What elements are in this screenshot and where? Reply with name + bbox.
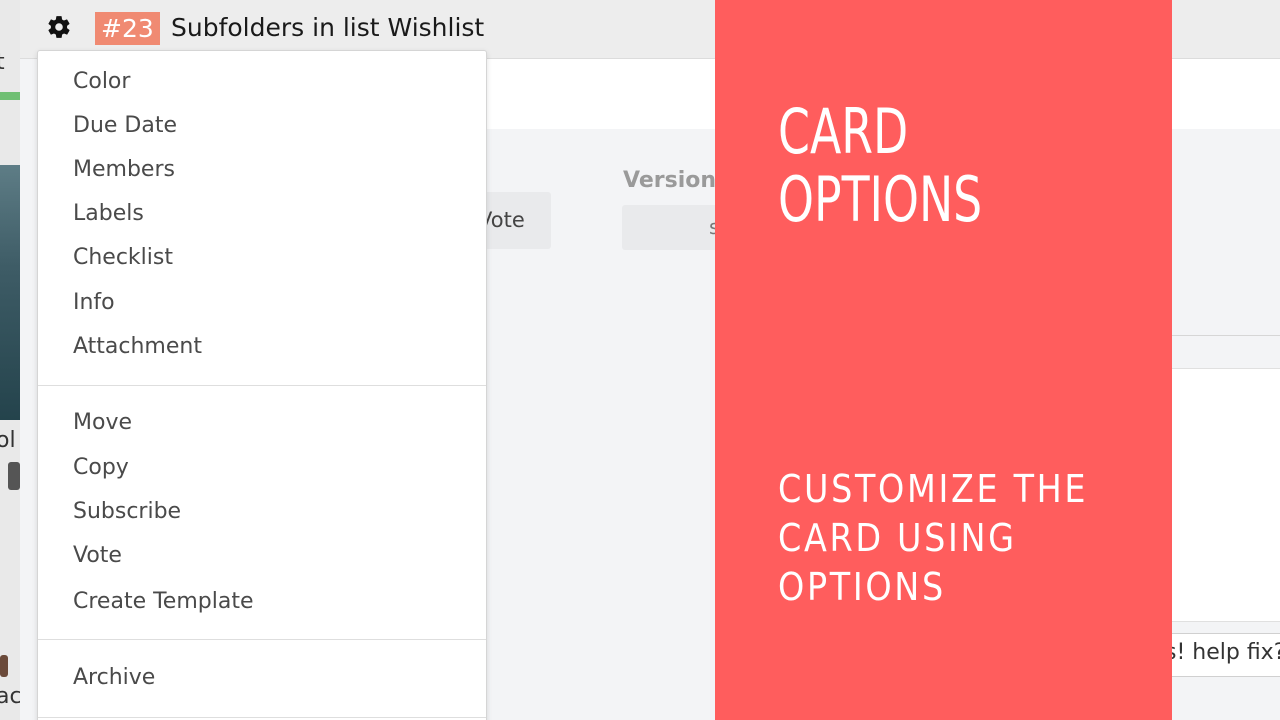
overlay-title: CARD OPTIONS: [778, 98, 982, 234]
menu-item-subscribe[interactable]: Subscribe: [73, 497, 181, 527]
card-options-menu: Color Due Date Members Labels Checklist …: [37, 50, 487, 720]
menu-item-move[interactable]: Move: [73, 408, 132, 438]
menu-item-members[interactable]: Members: [73, 155, 175, 185]
description-area[interactable]: [1172, 368, 1280, 622]
menu-item-info[interactable]: Info: [73, 288, 115, 318]
menu-divider: [38, 717, 486, 718]
board-badge: [0, 655, 8, 677]
card-title[interactable]: Subfolders in list Wishlist: [171, 11, 484, 45]
board-text-fragment: ol: [0, 428, 16, 453]
menu-item-color[interactable]: Color: [73, 67, 130, 97]
board-text-fragment: t: [0, 50, 5, 75]
overlay-subtitle-line: CUSTOMIZE THE: [778, 467, 1089, 511]
card-cover-image: [0, 165, 20, 420]
menu-divider: [38, 639, 486, 640]
board-badge: [8, 462, 20, 490]
version-field[interactable]: s: [622, 205, 722, 250]
version-label: Version: [623, 168, 717, 193]
menu-item-attachment[interactable]: Attachment: [73, 332, 202, 362]
overlay-subtitle-line: OPTIONS: [778, 565, 946, 609]
board-background: t ol ac: [0, 0, 20, 720]
menu-item-checklist[interactable]: Checklist: [73, 243, 173, 273]
gear-icon[interactable]: [46, 14, 72, 40]
screen: t ol ac #23 Subfolders in list Wishlist …: [0, 0, 1280, 720]
help-box[interactable]: s! help fix?: [1160, 633, 1280, 677]
progress-bar: [0, 92, 20, 100]
menu-item-archive[interactable]: Archive: [73, 663, 155, 693]
feature-overlay-panel: CARD OPTIONS CUSTOMIZE THE CARD USING OP…: [715, 0, 1172, 720]
divider: [1172, 335, 1280, 336]
menu-item-due-date[interactable]: Due Date: [73, 111, 177, 141]
overlay-subtitle-line: CARD USING: [778, 516, 1017, 560]
overlay-title-line: CARD: [778, 95, 909, 168]
menu-item-create-template[interactable]: Create Template: [73, 587, 253, 617]
overlay-title-line: OPTIONS: [778, 163, 983, 236]
menu-item-vote[interactable]: Vote: [73, 541, 122, 571]
menu-item-labels[interactable]: Labels: [73, 199, 144, 229]
menu-divider: [38, 385, 486, 386]
board-text-fragment: ac: [0, 684, 20, 709]
help-text: s! help fix?: [1165, 640, 1280, 665]
card-number-badge: #23: [95, 12, 160, 45]
overlay-subtitle: CUSTOMIZE THE CARD USING OPTIONS: [778, 465, 1088, 612]
menu-item-copy[interactable]: Copy: [73, 453, 129, 483]
